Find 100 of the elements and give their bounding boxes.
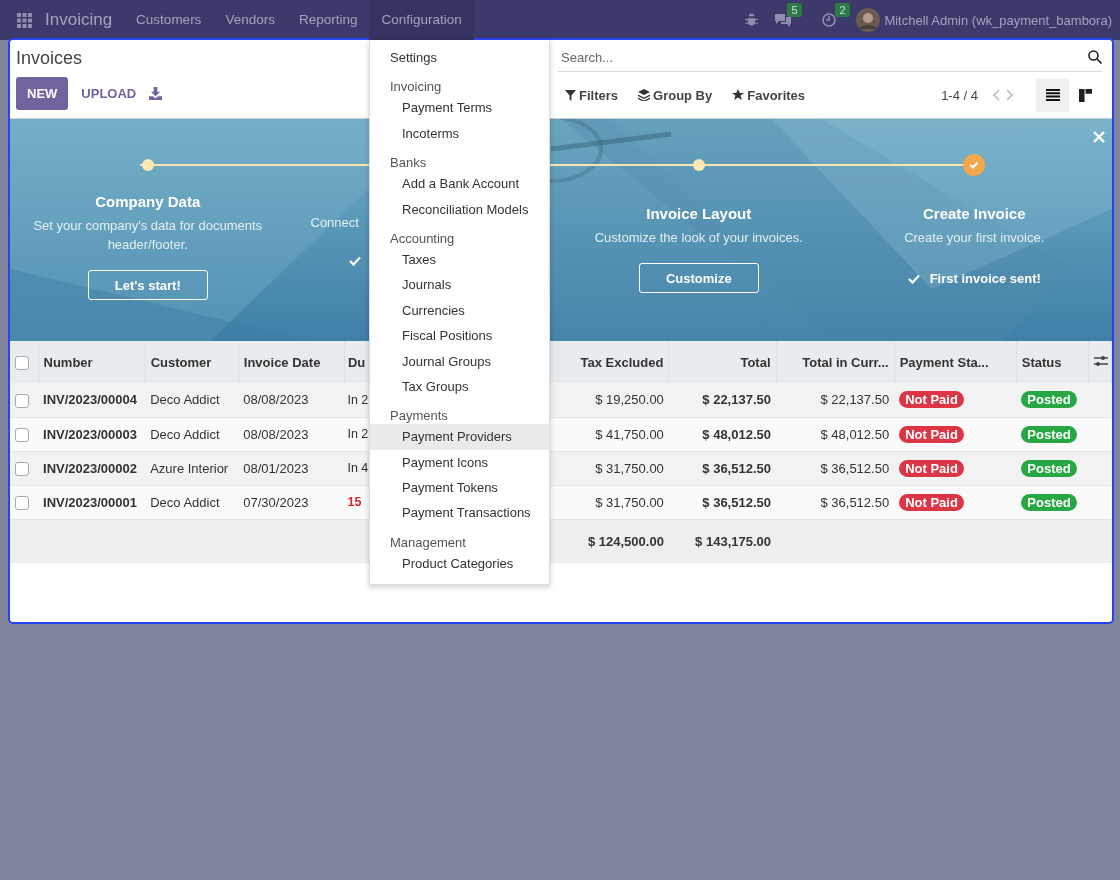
menu-item[interactable]: Settings [370, 45, 549, 71]
due-date-text: In 4 [347, 461, 369, 475]
status-tag: Posted [1021, 493, 1077, 511]
menu-section-header: Payments [389, 407, 449, 425]
table-cell: Deco Addict [145, 485, 239, 519]
payment-status-tag: Not Paid [899, 459, 964, 477]
menu-item[interactable]: Payment Tokens [370, 475, 549, 501]
step-title: Company Data [95, 193, 201, 210]
list-view-button[interactable] [1036, 78, 1069, 112]
menu-item[interactable]: Add a Bank Account [370, 171, 549, 197]
table-cell: $ 36,512.50 [668, 485, 776, 519]
row-checkbox[interactable] [15, 461, 29, 476]
table-cell: 08/08/2023 [238, 417, 345, 451]
nav-menu-item[interactable]: Configuration [369, 0, 474, 40]
status-tag: Posted [1021, 391, 1077, 409]
menu-item[interactable]: Payment Transactions [370, 500, 549, 526]
nav-menu-item[interactable]: Vendors [213, 0, 287, 40]
row-checkbox[interactable] [15, 427, 29, 442]
menu-item[interactable]: Payment Icons [370, 449, 549, 476]
menu-section-header: Management [389, 533, 467, 551]
total-cell: $ 124,500.00 [557, 519, 669, 563]
close-icon[interactable] [1093, 131, 1105, 143]
menu-item[interactable]: Product Categories [370, 550, 549, 577]
table-cell: $ 22,137.50 [668, 383, 776, 417]
menu-item[interactable]: Payment Terms [370, 95, 549, 121]
table-cell: INV/2023/00001 [38, 485, 146, 519]
row-checkbox[interactable] [15, 393, 29, 408]
select-all-checkbox[interactable] [15, 355, 29, 370]
filters-button[interactable]: Filters [557, 87, 624, 103]
menu-section-header: Invoicing [389, 78, 443, 96]
check-icon [969, 160, 980, 170]
total-cell: $ 143,175.00 [668, 519, 776, 563]
user-name[interactable]: Mitchell Admin (wk_payment_bambora) [884, 12, 1112, 28]
menu-item[interactable]: Incoterms [370, 120, 549, 147]
kanban-icon [1079, 88, 1092, 102]
status-tag: Posted [1021, 459, 1077, 477]
column-settings-icon[interactable] [1093, 354, 1108, 367]
bug-icon[interactable] [745, 13, 759, 27]
favorites-button[interactable]: Favorites [724, 87, 812, 103]
filter-icon [565, 89, 576, 101]
new-button[interactable]: NEW [16, 77, 69, 110]
payment-status-tag: Not Paid [899, 391, 964, 409]
due-date-text: In 2 [347, 392, 369, 407]
row-checkbox[interactable] [15, 495, 29, 510]
step-done-label: First invoice sent! [929, 271, 1041, 286]
menu-item[interactable]: Tax Groups [370, 373, 549, 400]
check-icon [907, 273, 920, 284]
layers-icon [638, 89, 650, 101]
menu-item[interactable]: Taxes [370, 246, 549, 273]
table-cell: $ 36,512.50 [668, 451, 776, 485]
search-icon[interactable] [1088, 50, 1102, 64]
payment-status-tag: Not Paid [899, 425, 964, 443]
table-cell: Deco Addict [145, 383, 239, 417]
table-cell: INV/2023/00002 [38, 451, 146, 485]
menu-item[interactable]: Currencies [370, 297, 549, 324]
step-title: Invoice Layout [646, 205, 752, 222]
menu-item[interactable]: Journals [370, 272, 549, 298]
user-avatar-icon[interactable] [856, 8, 881, 32]
download-icon[interactable] [149, 87, 163, 100]
table-cell: $ 22,137.50 [776, 383, 895, 417]
apps-grid-icon[interactable] [17, 12, 32, 28]
chat-icon[interactable] [774, 13, 793, 27]
menu-item[interactable]: Payment Providers [370, 424, 549, 450]
step-button[interactable]: Customize [638, 263, 759, 293]
due-date-text: In 2 [347, 427, 369, 441]
due-date-text: 15 [347, 495, 362, 509]
nav-menu-item[interactable]: Reporting [286, 0, 370, 40]
list-icon [1045, 89, 1060, 101]
step-description: Customize the look of your invoices. [594, 229, 803, 247]
menu-item[interactable]: Reconciliation Models [370, 196, 549, 222]
menu-item[interactable]: Fiscal Positions [370, 323, 549, 349]
nav-menu-item[interactable]: Customers [124, 0, 214, 40]
message-count-badge: 5 [787, 3, 802, 17]
table-cell: $ 19,250.00 [557, 383, 669, 417]
group-by-button[interactable]: Group By [630, 87, 719, 103]
next-icon[interactable] [1006, 89, 1014, 101]
menu-section-header: Accounting [389, 229, 456, 247]
table-cell: INV/2023/00003 [38, 417, 146, 451]
table-cell: $ 48,012.50 [668, 417, 776, 451]
menu-section-header: Banks [389, 154, 428, 172]
table-cell: $ 41,750.00 [557, 417, 669, 451]
page-title: Invoices [16, 48, 83, 69]
step-description: Connect [310, 214, 359, 232]
previous-icon[interactable] [992, 89, 1000, 101]
table-cell: $ 36,512.50 [776, 485, 895, 519]
step-description: Create your first invoice. [904, 229, 1045, 247]
menu-item[interactable]: Journal Groups [370, 348, 549, 374]
table-cell: INV/2023/00004 [38, 383, 146, 417]
star-icon [732, 89, 745, 101]
clock-icon[interactable] [822, 13, 837, 27]
upload-button[interactable]: UPLOAD [70, 86, 148, 101]
app-name[interactable]: Invoicing [45, 10, 113, 30]
table-cell: $ 36,512.50 [776, 451, 895, 485]
pager-text: 1-4 / 4 [941, 87, 978, 103]
table-cell: Deco Addict [145, 417, 239, 451]
status-tag: Posted [1021, 425, 1077, 443]
step-description: Set your company's data for documents header/footer. [32, 217, 264, 254]
activity-count-badge: 2 [835, 3, 850, 17]
table-cell: 08/01/2023 [238, 451, 345, 485]
table-cell: Azure Interior [145, 451, 239, 485]
